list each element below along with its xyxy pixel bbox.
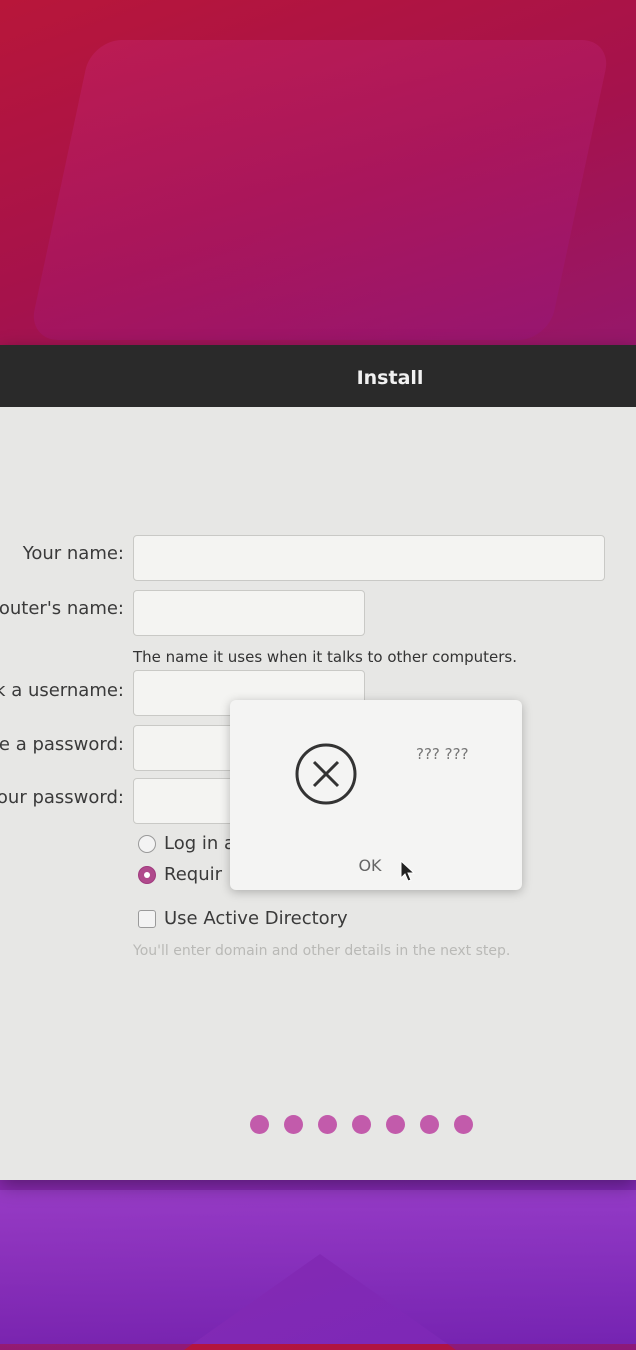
login-auto-radio[interactable] [138, 835, 156, 853]
require-password-option[interactable]: Requir [138, 864, 222, 885]
progress-dots [250, 1115, 473, 1134]
progress-dot [352, 1115, 371, 1134]
progress-dot [386, 1115, 405, 1134]
require-password-label: Requir [164, 864, 223, 885]
your-name-field[interactable] [133, 535, 605, 581]
mouse-pointer-icon [400, 859, 416, 886]
computer-name-label: outer's name: [0, 598, 124, 619]
active-directory-hint: You'll enter domain and other details in… [133, 943, 511, 959]
wallpaper-shape [28, 40, 612, 340]
ok-button[interactable]: OK [340, 850, 400, 880]
active-directory-label: Use Active Directory [164, 908, 348, 929]
confirm-password-label: our password: [0, 787, 124, 808]
computer-name-hint: The name it uses when it talks to other … [133, 648, 518, 666]
progress-dot [420, 1115, 439, 1134]
password-label: e a password: [0, 734, 124, 755]
dialog-message: ??? ??? [416, 745, 469, 763]
login-auto-option[interactable]: Log in a [138, 833, 235, 854]
active-directory-option[interactable]: Use Active Directory [138, 908, 348, 929]
login-auto-label: Log in a [164, 833, 236, 854]
require-password-radio[interactable] [138, 866, 156, 884]
username-label: k a username: [0, 680, 124, 701]
progress-dot [250, 1115, 269, 1134]
progress-dot [284, 1115, 303, 1134]
wallpaper-shape-bottom [0, 1190, 636, 1350]
progress-dot [454, 1115, 473, 1134]
computer-name-field[interactable] [133, 590, 365, 636]
window-title: Install [356, 367, 424, 389]
progress-dot [318, 1115, 337, 1134]
error-circle-x-icon [294, 742, 358, 810]
your-name-label: Your name: [22, 543, 124, 564]
active-directory-checkbox[interactable] [138, 910, 156, 928]
error-dialog: ??? ??? OK [230, 700, 522, 890]
titlebar: Install [0, 345, 636, 407]
